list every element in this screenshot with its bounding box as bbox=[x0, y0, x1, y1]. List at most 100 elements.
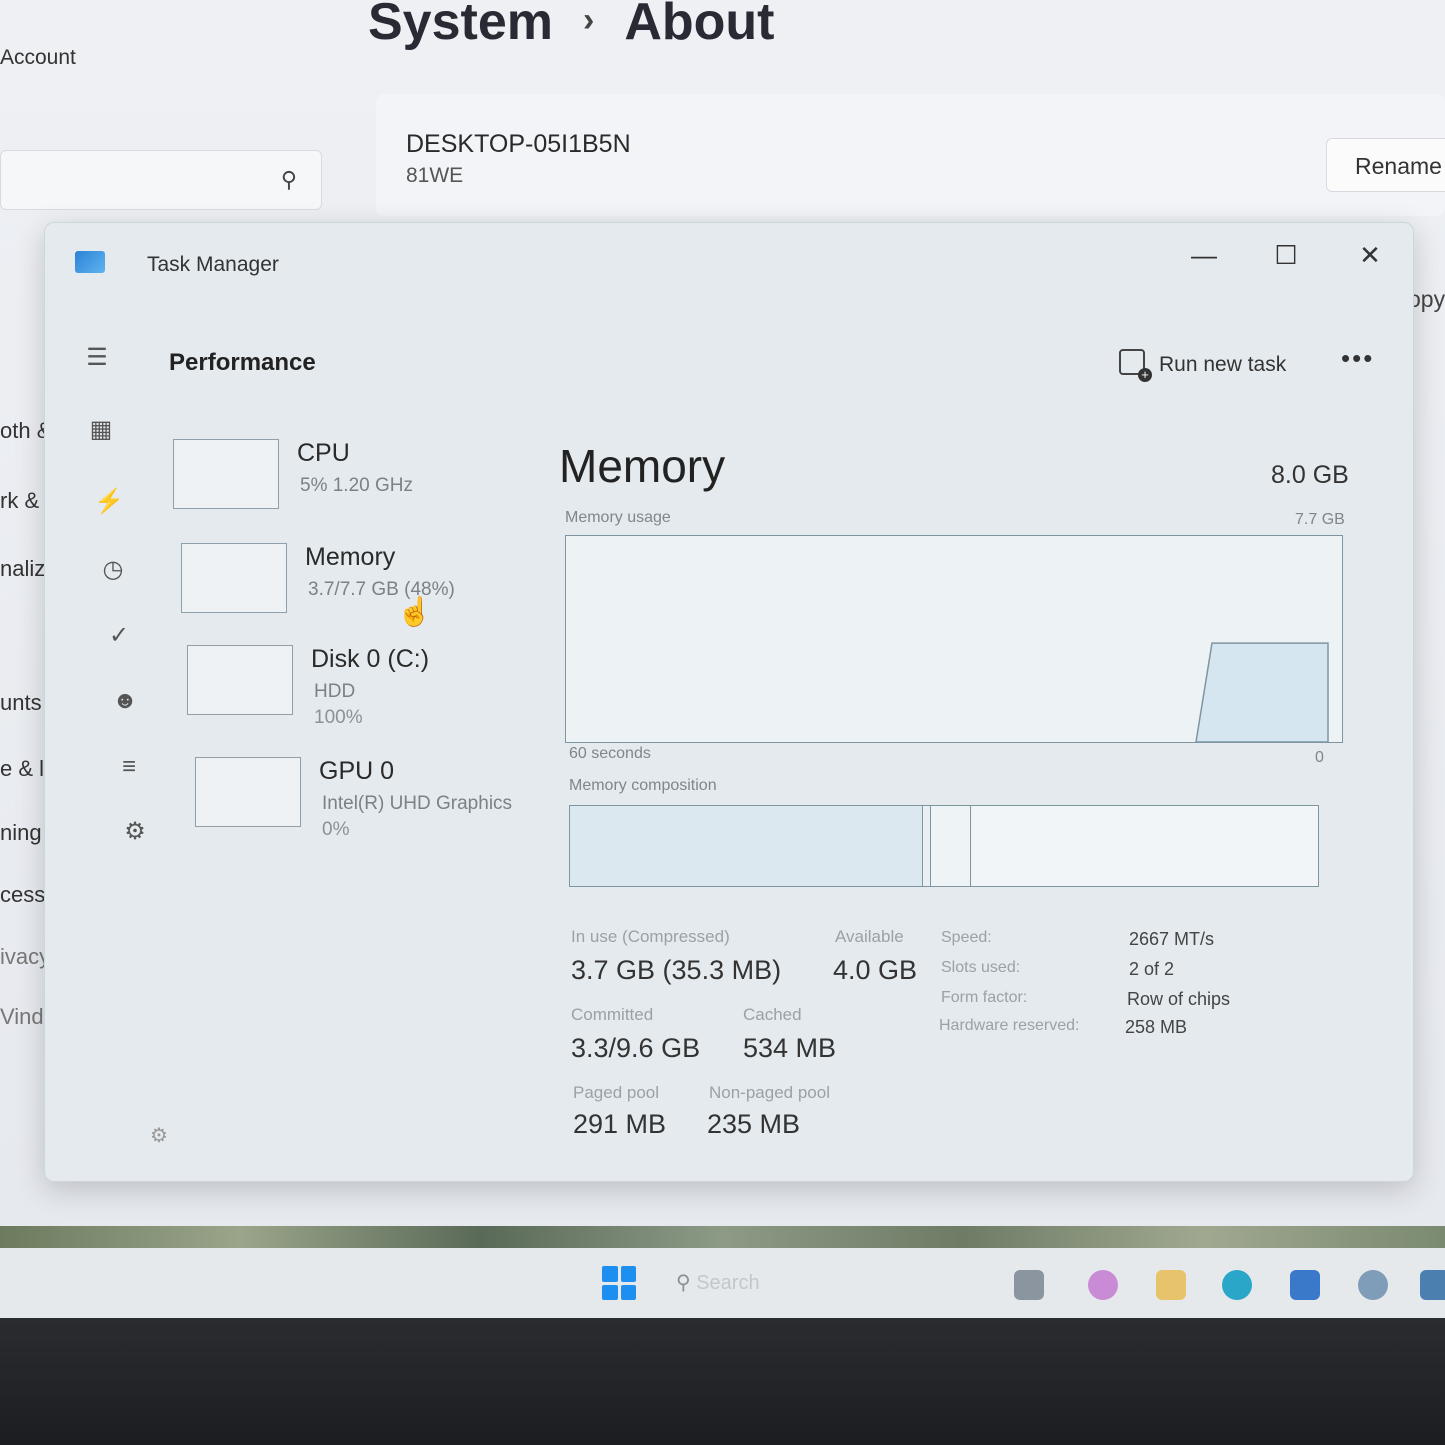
startup-apps-icon[interactable]: ✓ bbox=[99, 621, 139, 650]
slots-value: 2 of 2 bbox=[1129, 959, 1175, 979]
store-icon[interactable] bbox=[1290, 1270, 1320, 1300]
search-icon: ⚲ bbox=[280, 167, 297, 192]
memory-thumbnail-graph bbox=[181, 543, 287, 613]
resource-detail: 3.7/7.7 GB (48%) bbox=[308, 579, 455, 600]
users-icon[interactable]: ☻ bbox=[105, 687, 145, 715]
resource-name: GPU 0 bbox=[319, 757, 395, 785]
time-span-label: 60 seconds bbox=[569, 745, 651, 762]
resource-utilization: 100% bbox=[314, 707, 363, 728]
speed-label: Speed: bbox=[941, 929, 992, 946]
maximize-button[interactable]: ☐ bbox=[1261, 237, 1311, 273]
memory-usage-area bbox=[1195, 642, 1329, 742]
composition-in-use bbox=[570, 806, 923, 886]
breadcrumb: System › About bbox=[368, 0, 775, 52]
taskbar-search[interactable]: ⚲ Search bbox=[676, 1270, 760, 1295]
resource-memory[interactable]: Memory 3.7/7.7 GB (48%) bbox=[181, 543, 521, 633]
device-name: DESKTOP-05I1B5N bbox=[406, 130, 631, 158]
hand-cursor-icon: ☝ bbox=[397, 596, 432, 627]
composition-standby bbox=[932, 806, 971, 886]
more-options-button[interactable]: ••• bbox=[1341, 343, 1374, 374]
gpu-thumbnail-graph bbox=[195, 757, 301, 827]
resource-name: CPU bbox=[297, 439, 350, 467]
cpu-thumbnail-graph bbox=[173, 439, 279, 509]
composition-free bbox=[972, 806, 1318, 886]
task-manager-taskbar-icon[interactable] bbox=[1420, 1270, 1445, 1300]
settings-app-icon[interactable] bbox=[1358, 1270, 1388, 1300]
memory-composition-bar bbox=[569, 805, 1319, 887]
in-use-label: In use (Compressed) bbox=[571, 927, 730, 946]
speed-value: 2667 MT/s bbox=[1129, 929, 1215, 949]
rename-button[interactable]: Rename bbox=[1326, 138, 1445, 192]
window-title: Task Manager bbox=[147, 253, 279, 276]
memory-usage-graph bbox=[565, 535, 1343, 743]
run-new-task-label: Run new task bbox=[1159, 353, 1287, 376]
file-explorer-icon[interactable] bbox=[1014, 1270, 1044, 1300]
taskbar-search-placeholder: Search bbox=[696, 1272, 760, 1294]
run-task-icon bbox=[1119, 349, 1152, 382]
settings-gear-icon[interactable]: ⚙ bbox=[139, 1123, 179, 1148]
time-zero-label: 0 bbox=[1315, 749, 1324, 766]
non-paged-pool-label: Non-paged pool bbox=[709, 1083, 830, 1102]
resource-cpu[interactable]: CPU 5% 1.20 GHz bbox=[173, 439, 513, 529]
memory-heading: Memory bbox=[559, 440, 726, 492]
resource-name: Memory bbox=[305, 543, 396, 571]
edge-icon[interactable] bbox=[1222, 1270, 1252, 1300]
chevron-right-icon: › bbox=[583, 1, 595, 39]
committed-value: 3.3/9.6 GB bbox=[571, 1033, 701, 1063]
non-paged-pool-value: 235 MB bbox=[707, 1109, 801, 1139]
services-icon[interactable]: ⚙ bbox=[115, 817, 155, 846]
close-button[interactable]: ✕ bbox=[1345, 237, 1395, 273]
available-value: 4.0 GB bbox=[833, 955, 918, 985]
taskbar: ⚲ Search bbox=[0, 1248, 1445, 1318]
settings-search-input[interactable]: ⚲ bbox=[0, 150, 322, 210]
nav-item-accounts[interactable]: unts bbox=[0, 690, 42, 716]
memory-total: 8.0 GB bbox=[1271, 461, 1349, 489]
memory-usage-label: Memory usage bbox=[565, 509, 671, 526]
navigation-rail: ☰ ▦ ⚡ ◷ ✓ ☻ ≡ ⚙ ⚙ bbox=[45, 303, 168, 1173]
form-factor-value: Row of chips bbox=[1127, 989, 1231, 1009]
folder-icon[interactable] bbox=[1156, 1270, 1186, 1300]
resource-detail: Intel(R) UHD Graphics bbox=[322, 793, 513, 814]
account-label[interactable]: Account bbox=[0, 46, 76, 70]
slots-label: Slots used: bbox=[941, 959, 1021, 976]
processes-icon[interactable]: ▦ bbox=[81, 415, 121, 444]
form-factor-label: Form factor: bbox=[941, 989, 1028, 1006]
details-icon[interactable]: ≡ bbox=[109, 753, 149, 781]
available-label: Available bbox=[835, 927, 904, 946]
device-card: DESKTOP-05I1B5N 81WE bbox=[376, 94, 1445, 216]
page-title: About bbox=[624, 0, 775, 51]
task-manager-window: Task Manager — ☐ ✕ ☰ ▦ ⚡ ◷ ✓ ☻ ≡ ⚙ ⚙ Per… bbox=[44, 222, 1414, 1182]
hardware-reserved-value: 258 MB bbox=[1125, 1017, 1188, 1037]
minimize-button[interactable]: — bbox=[1179, 237, 1229, 273]
device-model: 81WE bbox=[406, 164, 464, 187]
disk-thumbnail-graph bbox=[187, 645, 293, 715]
in-use-value: 3.7 GB (35.3 MB) bbox=[571, 955, 782, 985]
task-manager-logo-icon bbox=[75, 251, 105, 273]
paged-pool-label: Paged pool bbox=[573, 1083, 660, 1102]
run-new-task-button[interactable]: Run new task bbox=[1119, 349, 1287, 382]
hardware-reserved-label: Hardware reserved: bbox=[939, 1017, 1080, 1034]
copilot-icon[interactable] bbox=[1088, 1270, 1118, 1300]
desktop-wallpaper bbox=[0, 1226, 1445, 1248]
app-history-icon[interactable]: ◷ bbox=[93, 555, 133, 584]
resource-disk[interactable]: Disk 0 (C:) HDD 100% bbox=[187, 645, 527, 735]
resource-gpu[interactable]: GPU 0 Intel(R) UHD Graphics 0% bbox=[195, 757, 535, 847]
breadcrumb-system[interactable]: System bbox=[368, 0, 553, 51]
paged-pool-value: 291 MB bbox=[573, 1109, 667, 1139]
start-button-icon[interactable] bbox=[602, 1266, 636, 1300]
performance-title: Performance bbox=[169, 349, 316, 376]
memory-usage-max: 7.7 GB bbox=[1295, 511, 1345, 528]
resource-detail: 5% 1.20 GHz bbox=[300, 475, 413, 496]
memory-usage-chart bbox=[1195, 642, 1329, 742]
resource-detail: HDD bbox=[314, 681, 356, 702]
cached-label: Cached bbox=[743, 1005, 802, 1024]
cached-value: 534 MB bbox=[743, 1033, 837, 1063]
hamburger-menu-icon[interactable]: ☰ bbox=[77, 343, 117, 372]
performance-icon[interactable]: ⚡ bbox=[89, 487, 129, 516]
resource-name: Disk 0 (C:) bbox=[311, 645, 430, 673]
resource-utilization: 0% bbox=[322, 819, 350, 840]
composition-modified bbox=[924, 806, 931, 886]
committed-label: Committed bbox=[571, 1005, 654, 1024]
laptop-bezel bbox=[0, 1318, 1445, 1445]
nav-item-gaming[interactable]: ning bbox=[0, 820, 42, 846]
